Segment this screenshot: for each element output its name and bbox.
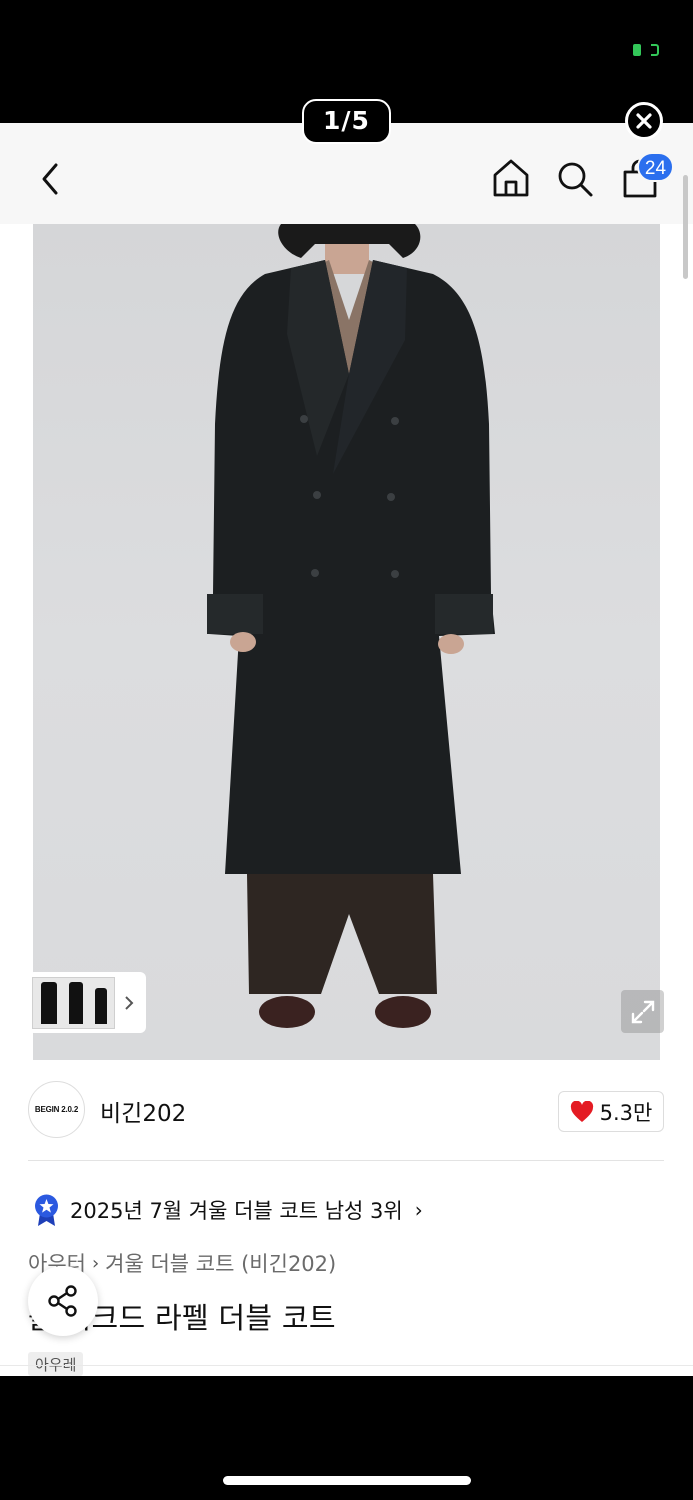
chevron-right-icon <box>125 995 134 1010</box>
like-count: 5.3만 <box>599 1100 653 1125</box>
expand-image-button[interactable] <box>621 990 664 1033</box>
like-button[interactable]: 5.3만 <box>558 1091 664 1132</box>
share-icon <box>48 1285 77 1317</box>
scrollbar-thumb[interactable] <box>683 175 688 279</box>
brand-row: BEGIN 2.0.2 비긴202 5.3만 <box>28 1081 664 1141</box>
back-icon[interactable] <box>34 159 66 199</box>
ranking-text: 2025년 7월 겨울 더블 코트 남성 3위 <box>70 1199 403 1223</box>
camera-indicator-icon <box>633 44 659 56</box>
product-image[interactable] <box>33 224 660 1060</box>
search-icon[interactable] <box>555 159 595 199</box>
breadcrumb-subcategory[interactable]: 겨울 더블 코트 (비긴202) <box>105 1248 336 1278</box>
ranking-row[interactable]: 2025년 7월 겨울 더블 코트 남성 3위 › <box>33 1190 423 1230</box>
thumbnail-strip[interactable] <box>28 972 146 1033</box>
share-button[interactable] <box>28 1266 98 1336</box>
brand-logo[interactable]: BEGIN 2.0.2 <box>28 1081 85 1138</box>
close-button[interactable] <box>625 102 663 140</box>
expand-icon <box>631 1000 654 1023</box>
heart-icon <box>570 1100 593 1122</box>
home-indicator[interactable] <box>223 1476 471 1485</box>
product-tag: 아우레 <box>28 1352 84 1376</box>
image-counter: 1/5 <box>302 99 391 144</box>
chevron-right-icon: › <box>91 1252 100 1274</box>
brand-name[interactable]: 비긴202 <box>100 1094 186 1128</box>
divider <box>0 1365 693 1366</box>
chevron-right-icon: › <box>414 1198 423 1222</box>
thumbnail-images <box>32 976 115 1029</box>
cart-count-badge: 24 <box>637 152 674 182</box>
close-icon <box>636 113 652 129</box>
product-page: 24 BEGIN 2.0.2 비긴202 5.3만 2025년 7월 겨울 더블… <box>0 123 693 1376</box>
ranking-badge-icon <box>35 1194 58 1226</box>
divider <box>28 1160 664 1161</box>
home-icon[interactable] <box>490 157 532 199</box>
model-coat-illustration <box>207 224 495 1028</box>
